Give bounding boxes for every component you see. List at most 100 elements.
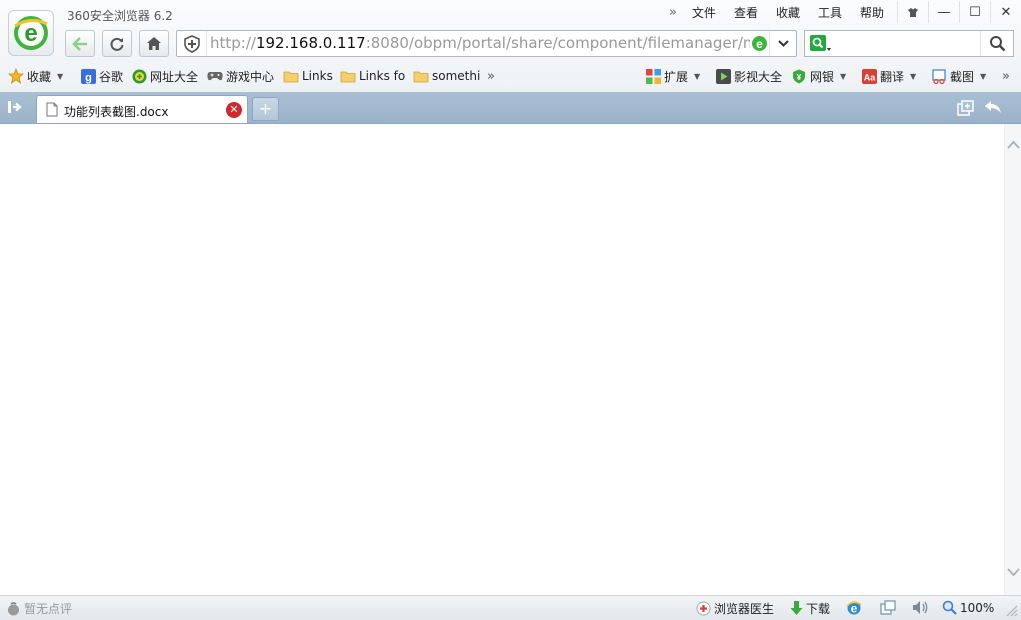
search-icon [989,36,1005,52]
menu-favorites[interactable]: 收藏 [767,4,809,21]
bookmark-folder-links-fo[interactable]: Links fo [340,67,405,85]
back-arrow-icon [72,36,87,51]
menu-help[interactable]: 帮助 [851,4,893,21]
hao360-icon [131,68,147,84]
video-label: 影视大全 [734,69,783,84]
bookmark-game-center-label: 游戏中心 [226,69,275,84]
menu-more-button[interactable]: » [663,5,683,20]
url-text[interactable]: http://192.168.0.117:8080/obpm/portal/sh… [210,34,750,52]
online-bank-button[interactable]: ¥ 网银 ▼ [791,67,846,85]
chevron-down-icon: ▼ [694,71,701,81]
chevron-down-icon [777,40,789,47]
folder-icon [413,68,429,84]
chevron-down-icon: ▼ [910,71,917,81]
tab-active[interactable]: 功能列表截图.docx ✕ [36,95,248,123]
sidebar-toggle-icon[interactable] [8,100,24,114]
skin-button[interactable] [897,1,928,23]
home-button[interactable] [139,30,169,57]
window-list-icon[interactable] [880,600,896,615]
svg-text:Aa: Aa [863,72,875,82]
bookmark-folder-somethi[interactable]: somethi [413,67,480,85]
folder-icon [340,68,356,84]
rating-icon [6,601,21,616]
undo-close-icon[interactable] [984,100,1002,114]
download-icon [790,601,803,616]
svg-text:e: e [756,37,763,51]
translate-label: 翻译 [880,69,905,84]
google-icon: g [80,68,96,84]
address-separator [206,31,207,56]
new-tab-button[interactable]: + [252,97,279,121]
scissors-icon [931,68,947,84]
chevron-down-icon: ▼ [57,71,64,81]
app-logo-icon[interactable]: e [8,10,54,56]
menu-tools[interactable]: 工具 [809,4,851,21]
bookmarks-bar: 收藏 ▼ g 谷歌 网址大全 游戏中心 Links Links fo someth… [0,64,1021,88]
gamepad-icon [207,68,223,84]
screenshot-button[interactable]: 截图 ▼ [931,67,986,85]
menu-view[interactable]: 查看 [725,4,767,21]
search-box[interactable] [804,30,1014,57]
search-engine-icon[interactable] [810,35,832,52]
scroll-up-icon[interactable] [1007,140,1020,149]
app-title: 360安全浏览器 6.2 [67,9,173,23]
home-icon [147,37,161,50]
status-bar: 暂无点评 浏览器医生 下载 e 100% [0,595,1021,620]
url-path: :8080/obpm/portal/share/component/filema… [365,34,750,52]
browser-doctor-button[interactable]: 浏览器医生 [696,600,774,617]
maximize-button[interactable]: ☐ [959,1,990,23]
back-button[interactable] [65,30,95,57]
chevron-down-icon: ▼ [980,71,987,81]
address-bar[interactable]: http://192.168.0.117:8080/obpm/portal/sh… [176,30,797,57]
zoom-control[interactable]: 100% [942,600,994,615]
minimize-button[interactable]: — [928,1,959,23]
download-label: 下载 [806,602,831,616]
close-window-button[interactable]: ✕ [990,1,1021,23]
translate-icon: Aa [861,68,877,84]
scroll-down-icon[interactable] [1007,568,1020,577]
volume-icon[interactable] [912,600,929,615]
svg-text:¥: ¥ [797,73,802,82]
chevron-down-icon: ▼ [840,71,847,81]
refresh-button[interactable] [102,30,132,57]
video-button[interactable]: 影视大全 [715,67,782,85]
close-tab-button[interactable]: ✕ [226,102,242,118]
page-content[interactable] [0,124,1004,595]
zoom-level: 100% [960,600,995,615]
bank-shield-icon: ¥ [791,68,807,84]
screenshot-label: 截图 [950,69,975,84]
url-host: 192.168.0.117 [255,34,366,52]
toolbar-more-button[interactable]: » [1002,67,1010,85]
compat-mode-icon[interactable]: e [751,35,768,52]
bookmarks-more-button[interactable]: » [487,67,495,85]
folder-icon [283,68,299,84]
bookmark-favorites-label: 收藏 [27,69,52,84]
browser-chrome: e 360安全浏览器 6.2 » 文件 查看 收藏 工具 帮助 — ☐ ✕ ht… [0,0,1021,93]
rating-label: 暂无点评 [24,602,73,616]
bookmark-folder-links[interactable]: Links [283,67,333,85]
refresh-icon [110,37,124,51]
bookmark-google[interactable]: g 谷歌 [80,67,123,85]
restore-tab-icon[interactable] [957,100,974,116]
bookmark-favorites[interactable]: 收藏 ▼ [8,67,63,85]
search-button[interactable] [980,31,1013,56]
resize-grip-icon[interactable] [1005,604,1018,617]
bookmark-folder-somethi-label: somethi [432,69,481,83]
menu-file[interactable]: 文件 [683,4,725,21]
address-dropdown-button[interactable] [769,31,796,56]
svg-text:e: e [24,20,37,47]
bookmark-url-directory[interactable]: 网址大全 [131,67,198,85]
rating-status[interactable]: 暂无点评 [6,600,72,617]
star-icon [8,68,24,84]
zoom-icon [942,600,957,615]
vertical-scrollbar[interactable] [1004,124,1021,595]
browser-doctor-label: 浏览器医生 [714,602,775,616]
bookmark-url-directory-label: 网址大全 [150,69,199,84]
ie-engine-icon[interactable]: e [846,600,862,616]
extensions-button[interactable]: 扩展 ▼ [645,67,700,85]
translate-button[interactable]: Aa 翻译 ▼ [861,67,916,85]
download-button[interactable]: 下载 [790,600,830,617]
online-bank-label: 网银 [810,69,835,84]
shield-icon[interactable] [181,35,203,53]
bookmark-game-center[interactable]: 游戏中心 [207,67,274,85]
